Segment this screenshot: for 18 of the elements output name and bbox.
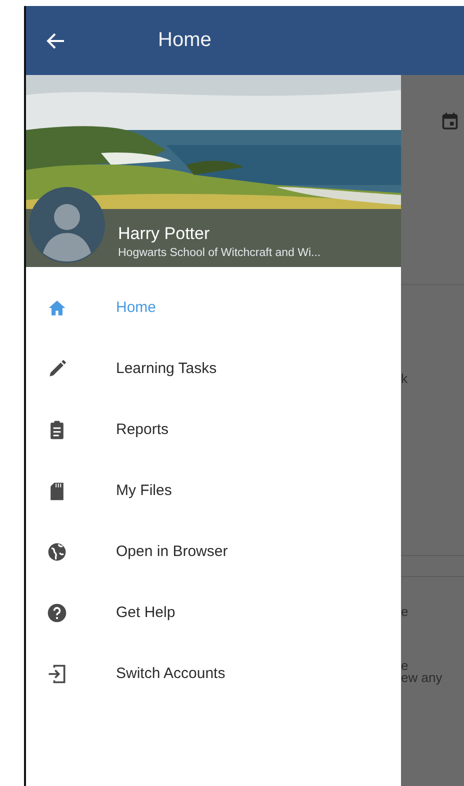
drawer-item[interactable]: Reports (26, 399, 401, 460)
profile-name: Harry Potter (118, 224, 211, 244)
background-text: ew any (401, 670, 444, 685)
sign-in-icon (46, 662, 68, 684)
drawer-item[interactable]: Learning Tasks (26, 338, 401, 399)
drawer-item[interactable]: Get Help (26, 582, 401, 643)
background-text: e (401, 604, 410, 619)
calendar-icon (441, 112, 459, 130)
drawer-item[interactable]: My Files (26, 460, 401, 521)
drawer-item[interactable]: Open in Browser (26, 521, 401, 582)
background-text: k (401, 371, 408, 386)
profile-school: Hogwarts School of Witchcraft and Wi... (118, 247, 322, 259)
screen-title: Home (158, 29, 212, 52)
background-text: e (401, 661, 410, 670)
globe-icon (46, 540, 68, 562)
help-icon (46, 602, 68, 624)
drawer-item[interactable]: Switch Accounts (26, 643, 401, 704)
section-divider (401, 555, 464, 577)
